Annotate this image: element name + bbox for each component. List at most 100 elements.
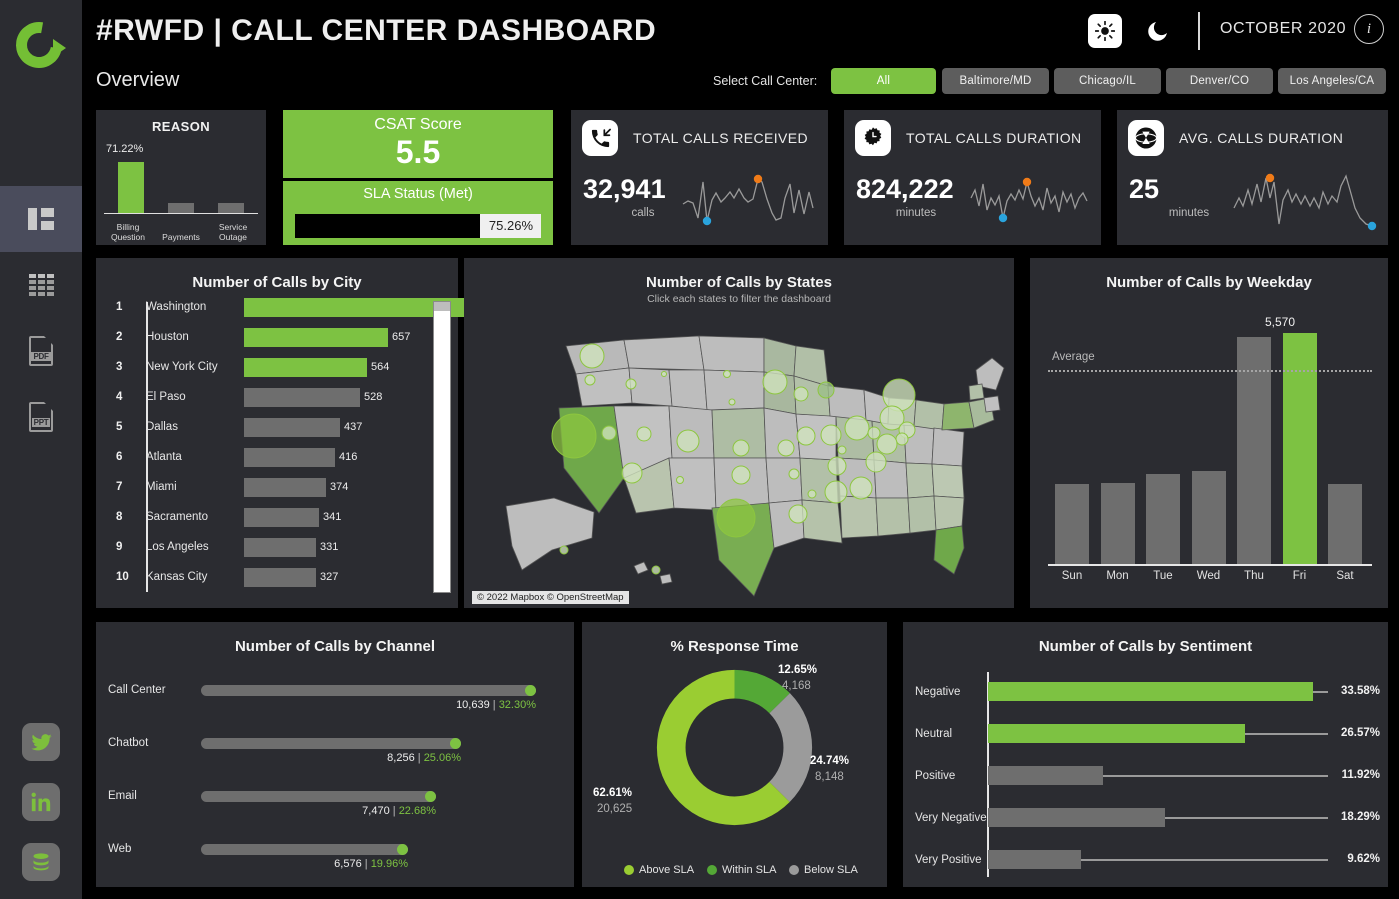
kpi-avg-calls-duration: AVG. CALLS DURATION 25 minutes <box>1117 110 1388 245</box>
channel-value: 6,576 | 19.96% <box>334 858 408 870</box>
city-bar[interactable] <box>244 538 316 557</box>
city-name: Dallas <box>146 421 178 433</box>
sentiment-label: Neutral <box>915 728 953 740</box>
dashboard-icon <box>28 208 54 230</box>
city-bar[interactable] <box>244 328 388 347</box>
city-panel-title: Number of Calls by City <box>192 274 362 291</box>
dark-mode-button[interactable] <box>1140 14 1174 48</box>
table-row[interactable]: 7 Miami 374 <box>96 478 458 508</box>
sentiment-connector <box>1081 859 1328 861</box>
table-row[interactable]: 8 Sacramento 341 <box>96 508 458 538</box>
info-icon: i <box>1366 20 1372 37</box>
twitter-link[interactable] <box>22 723 60 761</box>
table-row[interactable]: 4 El Paso 528 <box>96 388 458 418</box>
channel-track[interactable] <box>201 844 408 855</box>
ppt-file-icon: PPT <box>29 402 53 432</box>
legend-dot-icon <box>624 865 634 875</box>
sidebar-item-table[interactable] <box>0 252 82 318</box>
city-bar[interactable] <box>244 508 319 527</box>
linkedin-link[interactable] <box>22 783 60 821</box>
filter-chicago[interactable]: Chicago/IL <box>1054 68 1161 94</box>
phone-incoming-icon <box>582 120 618 156</box>
sla-label: SLA Status (Met) <box>363 186 473 202</box>
city-scrollbar[interactable] <box>433 301 451 593</box>
table-row[interactable]: 9 Los Angeles 331 <box>96 538 458 568</box>
overview-label: Overview <box>96 69 180 91</box>
city-bar[interactable] <box>244 478 326 497</box>
kpi-value: 32,941 <box>583 174 666 204</box>
legend-within-sla[interactable]: Within SLA <box>707 864 776 876</box>
reason-card: REASON 71.22% Billing Question Payments … <box>96 110 266 245</box>
weekday-max-value: 5,570 <box>1265 315 1296 329</box>
donut-label-within-pct: 12.65% <box>778 664 818 676</box>
table-row[interactable]: 1Washington1,110 <box>96 298 518 328</box>
city-name: Los Angeles <box>146 541 209 553</box>
sentiment-rows: Negative 33.58% Neutral 26.57% Positive 11.92… <box>903 622 1388 887</box>
sentiment-bar[interactable] <box>988 808 1165 827</box>
sentiment-panel: Number of Calls by Sentiment Negative 33.… <box>903 622 1388 887</box>
reason-bar-service[interactable] <box>218 203 244 213</box>
filter-label: Select Call Center: <box>713 74 818 88</box>
sentiment-bar[interactable] <box>988 766 1103 785</box>
city-name: Sacramento <box>146 511 209 523</box>
sentiment-bar[interactable] <box>988 682 1313 701</box>
reason-bar-payments[interactable] <box>168 203 194 213</box>
table-row[interactable]: 6 Atlanta 416 <box>96 448 458 478</box>
donut-label-within-count: 4,168 <box>782 680 811 692</box>
table-row[interactable]: 3 New York City 564 <box>96 358 458 388</box>
header-divider <box>1198 12 1200 50</box>
channel-label: Call Center <box>108 684 166 696</box>
linkedin-icon <box>31 792 51 812</box>
donut-label-below-count: 8,148 <box>815 771 844 783</box>
filter-losangeles[interactable]: Los Angeles/CA <box>1278 68 1386 94</box>
city-rank: 7 <box>116 481 123 493</box>
sidebar-item-pdf[interactable]: PDF <box>0 318 82 384</box>
city-scrollbar-thumb[interactable] <box>434 302 450 311</box>
donut-label-above-count: 20,625 <box>597 803 633 815</box>
channel-value: 7,470 | 22.68% <box>362 805 436 817</box>
city-name: Washington <box>146 301 207 313</box>
sidebar-item-ppt[interactable]: PPT <box>0 384 82 450</box>
city-bar[interactable] <box>244 418 340 437</box>
filter-denver[interactable]: Denver/CO <box>1166 68 1273 94</box>
channel-dot <box>450 738 461 749</box>
city-bar[interactable] <box>244 358 367 377</box>
reason-bar-billing[interactable] <box>118 162 144 213</box>
light-mode-button[interactable] <box>1088 14 1122 48</box>
sentiment-bar[interactable] <box>988 724 1245 743</box>
filter-all[interactable]: All <box>831 68 936 94</box>
app-logo[interactable] <box>6 12 72 78</box>
map-panel-title: Number of Calls by States <box>646 274 832 291</box>
sidebar-item-dashboard[interactable] <box>0 186 82 252</box>
us-states-map[interactable] <box>464 298 1014 598</box>
page-title: #RWFD | CALL CENTER DASHBOARD <box>96 14 657 47</box>
channel-track[interactable] <box>201 791 436 802</box>
city-value: 327 <box>320 571 339 583</box>
channel-dot <box>425 791 436 802</box>
database-link[interactable] <box>22 843 60 881</box>
sla-progress-fill <box>295 214 481 238</box>
sentiment-connector <box>1103 775 1328 777</box>
kpi-unit: minutes <box>1168 207 1210 219</box>
table-row[interactable]: 10 Kansas City 327 <box>96 568 458 598</box>
table-row[interactable]: 5 Dallas 437 <box>96 418 458 448</box>
weekday-axis <box>1048 564 1372 566</box>
twitter-icon <box>30 733 52 750</box>
sentiment-bar[interactable] <box>988 850 1081 869</box>
legend-below-sla[interactable]: Below SLA <box>789 864 858 876</box>
city-bar[interactable] <box>244 568 316 587</box>
sentiment-connector <box>1245 733 1328 735</box>
table-row[interactable]: 2 Houston 657 <box>96 328 458 358</box>
reason-title: REASON <box>151 119 211 134</box>
legend-above-sla[interactable]: Above SLA <box>624 864 694 876</box>
channel-track[interactable] <box>201 685 536 696</box>
sla-card: SLA Status (Met) 75.26% <box>283 181 553 245</box>
filter-baltimore[interactable]: Baltimore/MD <box>942 68 1049 94</box>
city-bar[interactable] <box>244 388 360 407</box>
map-panel[interactable]: Number of Calls by States Click each sta… <box>464 258 1014 608</box>
map-attribution: © 2022 Mapbox © OpenStreetMap <box>472 591 629 604</box>
info-button[interactable]: i <box>1354 14 1384 44</box>
channel-track[interactable] <box>201 738 461 749</box>
sun-icon <box>1095 21 1115 41</box>
city-bar[interactable] <box>244 448 335 467</box>
